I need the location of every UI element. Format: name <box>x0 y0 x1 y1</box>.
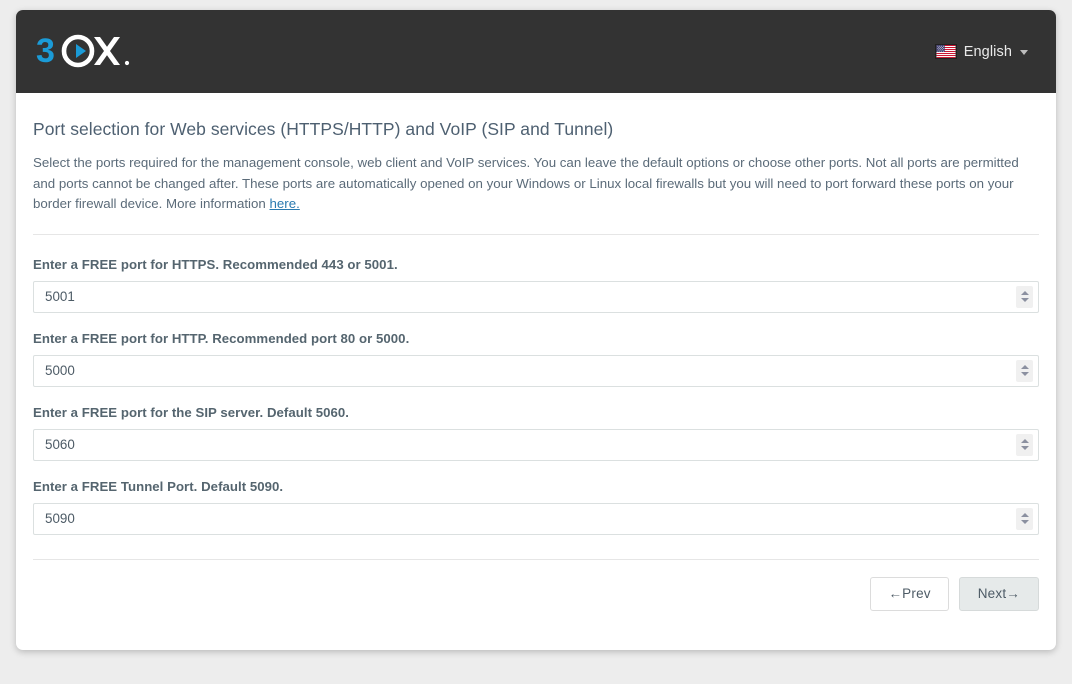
chevron-up-icon[interactable] <box>1020 513 1029 517</box>
field-tunnel-port: Enter a FREE Tunnel Port. Default 5090. <box>33 479 1039 535</box>
chevron-down-icon[interactable] <box>1020 372 1029 376</box>
chevron-down-icon <box>1020 50 1028 55</box>
tunnel-port-input-wrap <box>33 502 1039 535</box>
intro-text: Select the ports required for the manage… <box>33 155 1019 211</box>
intro-paragraph: Select the ports required for the manage… <box>33 153 1029 215</box>
page-title: Port selection for Web services (HTTPS/H… <box>33 119 614 139</box>
tunnel-port-stepper[interactable] <box>1016 507 1033 530</box>
app-header: 3 English <box>16 10 1056 93</box>
http-port-input[interactable] <box>33 354 1039 387</box>
port-fields: Enter a FREE port for HTTPS. Recommended… <box>33 235 1039 535</box>
wizard-content: Port selection for Web services (HTTPS/H… <box>16 93 1056 611</box>
field-http-port: Enter a FREE port for HTTP. Recommended … <box>33 331 1039 387</box>
sip-port-input-wrap <box>33 428 1039 461</box>
svg-text:3: 3 <box>36 32 55 70</box>
chevron-down-icon[interactable] <box>1020 520 1029 524</box>
us-flag-icon <box>934 44 957 59</box>
3cx-logo: 3 <box>36 31 136 73</box>
sip-port-stepper[interactable] <box>1016 433 1033 456</box>
page-root: 3 English Port selection for Web service… <box>0 0 1072 684</box>
wizard-card: 3 English Port selection for Web service… <box>16 10 1056 650</box>
language-label: English <box>963 43 1012 60</box>
field-sip-port: Enter a FREE port for the SIP server. De… <box>33 405 1039 461</box>
http-port-input-wrap <box>33 354 1039 387</box>
http-port-label: Enter a FREE port for HTTP. Recommended … <box>33 330 410 346</box>
tunnel-port-input[interactable] <box>33 502 1039 535</box>
chevron-up-icon[interactable] <box>1020 291 1029 295</box>
chevron-up-icon[interactable] <box>1020 365 1029 369</box>
chevron-up-icon[interactable] <box>1020 439 1029 443</box>
chevron-down-icon[interactable] <box>1020 446 1029 450</box>
chevron-down-icon[interactable] <box>1020 298 1029 302</box>
https-port-input[interactable] <box>33 280 1039 313</box>
more-information-link[interactable]: here. <box>270 196 300 211</box>
https-port-stepper[interactable] <box>1016 285 1033 308</box>
prev-button[interactable]: ←Prev <box>870 576 949 611</box>
https-port-input-wrap <box>33 280 1039 313</box>
wizard-footer: ←Prev Next→ <box>33 560 1039 611</box>
field-https-port: Enter a FREE port for HTTPS. Recommended… <box>33 257 1039 313</box>
language-selector[interactable]: English <box>933 40 1030 64</box>
sip-port-label: Enter a FREE port for the SIP server. De… <box>33 404 349 420</box>
http-port-stepper[interactable] <box>1016 359 1033 382</box>
next-button[interactable]: Next→ <box>958 576 1039 611</box>
tunnel-port-label: Enter a FREE Tunnel Port. Default 5090. <box>33 478 284 494</box>
https-port-label: Enter a FREE port for HTTPS. Recommended… <box>33 256 398 272</box>
sip-port-input[interactable] <box>33 428 1039 461</box>
